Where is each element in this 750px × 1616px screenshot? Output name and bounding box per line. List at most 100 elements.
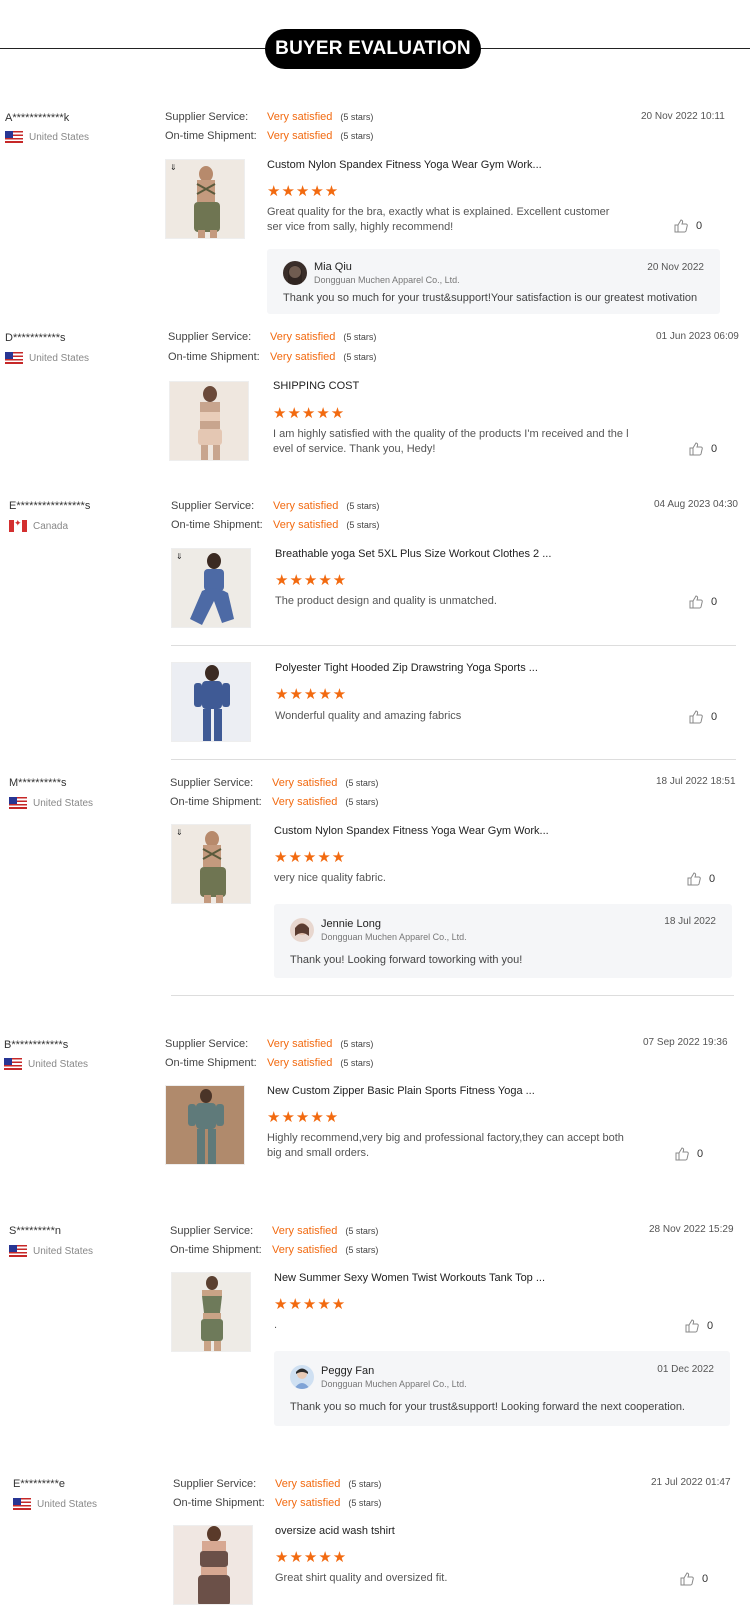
us-flag-icon	[5, 131, 23, 143]
reviewer-name: D***********s	[5, 332, 66, 344]
us-flag-icon	[4, 1058, 22, 1070]
reviewer-country: United States	[13, 1498, 97, 1510]
reviewer-name: B************s	[4, 1039, 69, 1051]
review-date: 07 Sep 2022 19:36	[643, 1037, 728, 1048]
review-date: 21 Jul 2022 01:47	[651, 1477, 731, 1488]
star-rating: ★★★★★	[275, 1549, 348, 1566]
ontime-shipment-rating: On-time Shipment: Very satisfied (5 stars)	[165, 1057, 374, 1069]
us-flag-icon	[5, 352, 23, 364]
product-thumbnail[interactable]: ⇓	[165, 159, 245, 239]
review-date: 18 Jul 2022 18:51	[656, 776, 736, 787]
supplier-reply: Mia Qiu Dongguan Muchen Apparel Co., Ltd…	[267, 249, 720, 314]
thumbs-up-icon	[674, 219, 688, 233]
review-date: 28 Nov 2022 15:29	[649, 1224, 734, 1235]
product-thumbnail[interactable]	[165, 1085, 245, 1165]
review-date: 04 Aug 2023 04:30	[654, 499, 738, 510]
divider	[171, 759, 736, 760]
review-text: The product design and quality is unmatc…	[275, 595, 497, 607]
ontime-shipment-rating: On-time Shipment: Very satisfied (5 stars)	[165, 130, 374, 142]
supplier-service-rating: Supplier Service: Very satisfied (5 stars)	[165, 1038, 374, 1050]
star-rating: ★★★★★	[273, 405, 346, 422]
product-title[interactable]: New Custom Zipper Basic Plain Sports Fit…	[267, 1085, 535, 1097]
star-rating: ★★★★★	[267, 183, 340, 200]
reply-date: 18 Jul 2022	[664, 916, 716, 927]
like-button[interactable]: 0	[689, 442, 717, 456]
us-flag-icon	[13, 1498, 31, 1510]
product-thumbnail[interactable]	[171, 662, 251, 742]
thumbs-up-icon	[685, 1319, 699, 1333]
product-title[interactable]: SHIPPING COST	[273, 380, 359, 392]
product-title[interactable]: Custom Nylon Spandex Fitness Yoga Wear G…	[274, 825, 549, 837]
thumbs-up-icon	[689, 595, 703, 609]
thumbs-up-icon	[689, 710, 703, 724]
product-thumbnail[interactable]	[169, 381, 249, 461]
supplier-service-rating: Supplier Service: Very satisfied (5 stars)	[165, 111, 374, 123]
avatar	[290, 918, 314, 942]
like-button[interactable]: 0	[680, 1572, 708, 1586]
reviewer-country: United States	[9, 1245, 93, 1257]
section-title: BUYER EVALUATION	[265, 29, 481, 69]
reply-text: Thank you so much for your trust&support…	[283, 292, 698, 304]
us-flag-icon	[9, 1245, 27, 1257]
avatar	[283, 261, 307, 285]
product-thumbnail[interactable]	[173, 1525, 253, 1605]
reply-company: Dongguan Muchen Apparel Co., Ltd.	[321, 1379, 467, 1389]
reply-author: Peggy Fan	[321, 1365, 375, 1377]
star-rating: ★★★★★	[274, 1296, 347, 1313]
expand-icon: ⇓	[170, 163, 177, 172]
supplier-service-rating: Supplier Service: Very satisfied (5 stars)	[168, 331, 377, 343]
reply-date: 20 Nov 2022	[647, 262, 704, 273]
product-thumbnail[interactable]: ⇓	[171, 824, 251, 904]
reply-date: 01 Dec 2022	[657, 1364, 714, 1375]
reviewer-country: United States	[5, 352, 89, 364]
product-title[interactable]: Polyester Tight Hooded Zip Drawstring Yo…	[275, 662, 538, 674]
like-button[interactable]: 0	[675, 1147, 703, 1161]
ontime-shipment-rating: On-time Shipment: Very satisfied (5 stars)	[171, 519, 380, 531]
review-date: 01 Jun 2023 06:09	[656, 331, 739, 342]
ontime-shipment-rating: On-time Shipment: Very satisfied (5 stars)	[168, 351, 377, 363]
supplier-service-rating: Supplier Service: Very satisfied (5 stars)	[170, 1225, 379, 1237]
product-title[interactable]: New Summer Sexy Women Twist Workouts Tan…	[274, 1272, 545, 1284]
reply-author: Jennie Long	[321, 918, 381, 930]
supplier-service-rating: Supplier Service: Very satisfied (5 stars)	[171, 500, 380, 512]
product-title[interactable]: Breathable yoga Set 5XL Plus Size Workou…	[275, 548, 551, 560]
reviewer-name: M**********s	[9, 777, 67, 789]
reviewer-country: United States	[4, 1058, 88, 1070]
like-button[interactable]: 0	[687, 872, 715, 886]
supplier-reply: Peggy Fan Dongguan Muchen Apparel Co., L…	[274, 1351, 730, 1426]
review-text: I am highly satisfied with the quality o…	[273, 428, 629, 455]
star-rating: ★★★★★	[267, 1109, 340, 1126]
product-title[interactable]: oversize acid wash tshirt	[275, 1525, 395, 1537]
star-rating: ★★★★★	[275, 572, 348, 589]
like-button[interactable]: 0	[674, 219, 702, 233]
like-button[interactable]: 0	[689, 710, 717, 724]
reviewer-country: United States	[5, 131, 89, 143]
reply-company: Dongguan Muchen Apparel Co., Ltd.	[321, 932, 467, 942]
reviewer-name: A************k	[5, 112, 70, 124]
review-text: .	[274, 1319, 278, 1331]
product-thumbnail[interactable]: ⇓	[171, 548, 251, 628]
like-button[interactable]: 0	[685, 1319, 713, 1333]
supplier-service-rating: Supplier Service: Very satisfied (5 stars)	[173, 1478, 382, 1490]
review-text: very nice quality fabric.	[274, 872, 386, 884]
avatar	[290, 1365, 314, 1389]
review-date: 20 Nov 2022 10:11	[641, 111, 725, 122]
canada-flag-icon	[9, 520, 27, 532]
review-text: Wonderful quality and amazing fabrics	[275, 710, 462, 722]
reviewer-name: S*********n	[9, 1225, 61, 1237]
reply-text: Thank you so much for your trust&support…	[290, 1401, 685, 1413]
like-button[interactable]: 0	[689, 595, 717, 609]
supplier-service-rating: Supplier Service: Very satisfied (5 stars)	[170, 777, 379, 789]
review-text: Highly recommend,very big and profession…	[267, 1132, 624, 1159]
reviewer-name: E****************s	[9, 500, 91, 512]
product-thumbnail[interactable]	[171, 1272, 251, 1352]
expand-icon: ⇓	[176, 552, 183, 561]
thumbs-up-icon	[689, 442, 703, 456]
us-flag-icon	[9, 797, 27, 809]
reply-text: Thank you! Looking forward toworking wit…	[290, 954, 523, 966]
reply-company: Dongguan Muchen Apparel Co., Ltd.	[314, 275, 460, 285]
product-title[interactable]: Custom Nylon Spandex Fitness Yoga Wear G…	[267, 159, 542, 171]
ontime-shipment-rating: On-time Shipment: Very satisfied (5 stars)	[170, 796, 379, 808]
star-rating: ★★★★★	[275, 686, 348, 703]
review-text: Great shirt quality and oversized fit.	[275, 1572, 448, 1584]
